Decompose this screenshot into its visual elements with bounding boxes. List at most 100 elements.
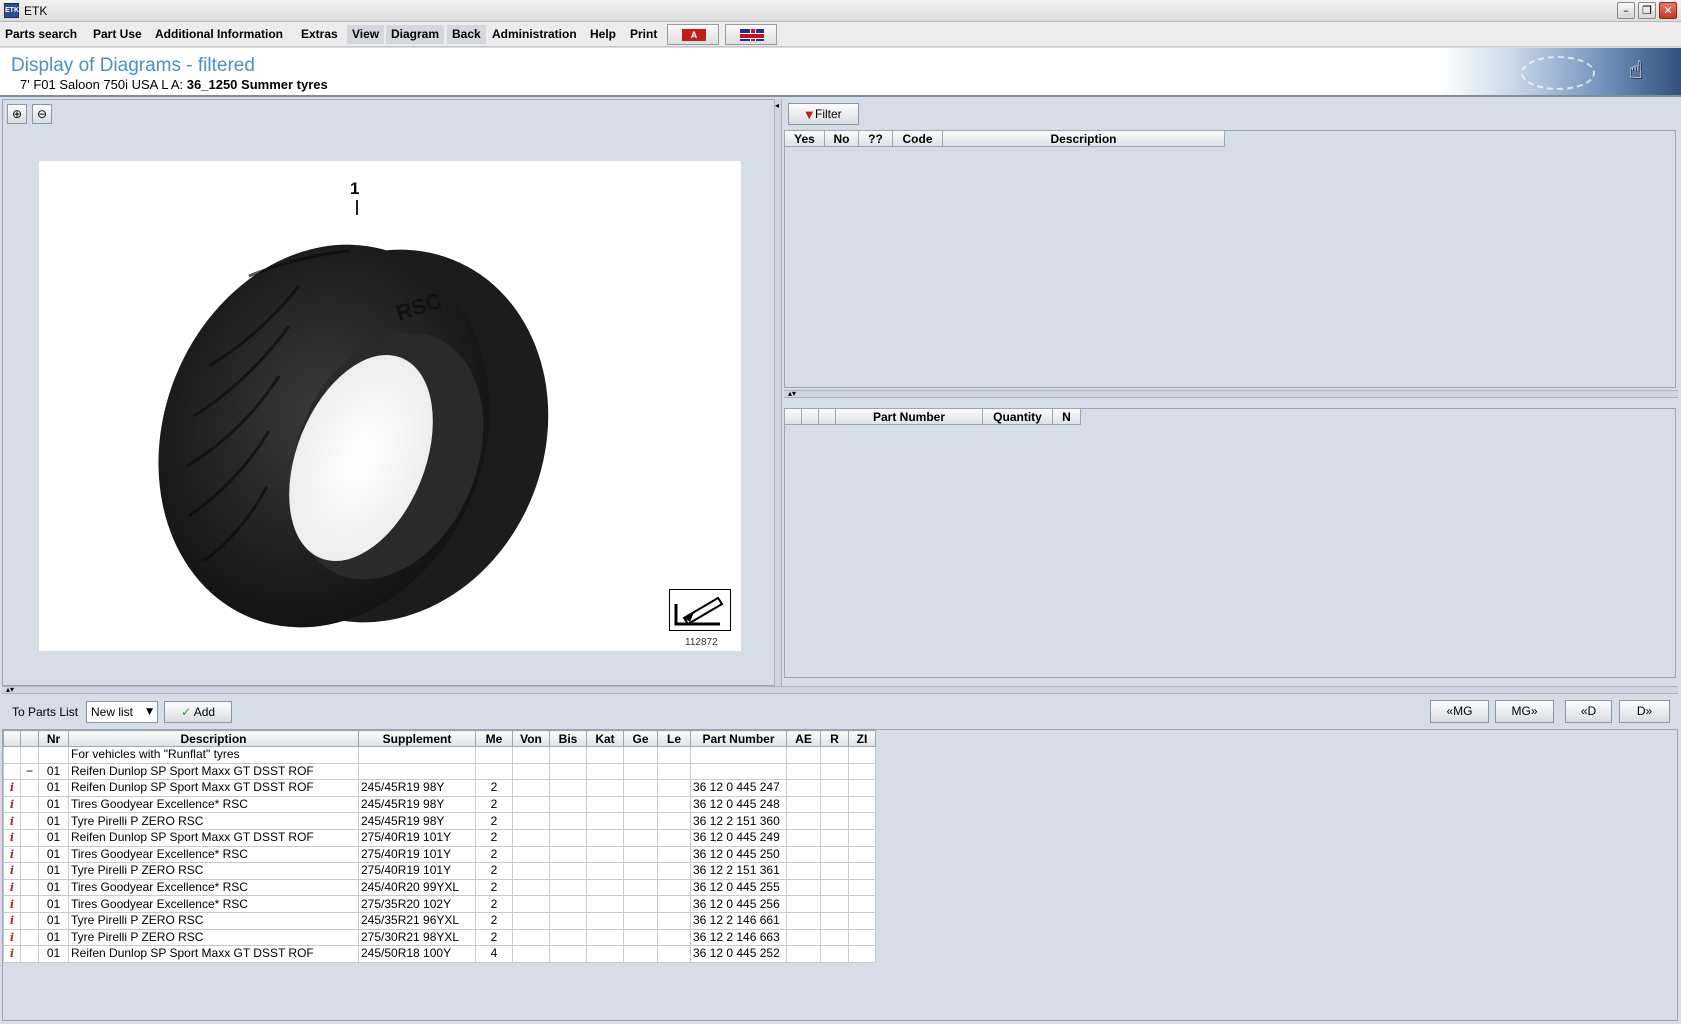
row-part-number: 36 12 2 146 663 [690, 928, 787, 947]
tree-toggle[interactable] [20, 828, 39, 847]
col-yes[interactable]: Yes [785, 131, 825, 147]
main-horizontal-splitter[interactable]: ▴▾ [2, 685, 1678, 694]
restore-icon[interactable]: ❐ [1638, 2, 1656, 19]
filter-table[interactable]: Yes No ?? Code Description [784, 130, 1676, 388]
col-me[interactable]: Me [475, 730, 513, 747]
parts-list-select[interactable]: New list ▼ [86, 701, 158, 723]
minimize-icon[interactable]: – [1617, 2, 1635, 19]
info-icon[interactable]: i [3, 795, 21, 814]
col-n[interactable]: N [1053, 409, 1081, 425]
info-icon[interactable]: i [3, 928, 21, 947]
col-no[interactable]: No [825, 131, 859, 147]
menu-diagram[interactable]: Diagram [386, 25, 445, 44]
col-description[interactable]: Description [68, 730, 359, 747]
col-nr[interactable]: Nr [38, 730, 69, 747]
table-row[interactable]: i 01 Reifen Dunlop SP Sport Maxx GT DSST R… [3, 945, 876, 963]
table-row[interactable]: i 01 Tires Goodyear Excellence* RSC 245/45R… [3, 795, 876, 814]
col-bis[interactable]: Bis [549, 730, 587, 747]
col-quantity[interactable]: Quantity [983, 409, 1053, 425]
info-icon[interactable]: i [3, 945, 21, 963]
tree-toggle[interactable] [20, 895, 39, 913]
callout-label[interactable]: 1 [350, 179, 359, 199]
tree-toggle[interactable] [20, 928, 39, 947]
col-code[interactable]: Code [893, 131, 943, 147]
split-arrows-icon: ▴▾ [788, 389, 797, 398]
zoom-out-button[interactable]: ⊖ [32, 104, 52, 124]
tree-toggle[interactable]: − [20, 762, 39, 781]
menu-extras[interactable]: Extras [296, 25, 343, 44]
filter-button[interactable]: ▼ Filter [788, 103, 859, 125]
info-icon[interactable]: i [3, 845, 21, 864]
close-icon[interactable]: ✕ [1659, 2, 1677, 19]
info-icon[interactable]: i [3, 862, 21, 880]
col-part-number[interactable]: Part Number [836, 409, 983, 425]
col-tree[interactable] [20, 730, 39, 747]
col-blank-3[interactable] [819, 409, 836, 425]
table-row[interactable]: i 01 Tyre Pirelli P ZERO RSC 245/45R19 98Y 2… [3, 812, 876, 830]
menu-print[interactable]: Print [625, 25, 662, 44]
table-row[interactable]: i 01 Tyre Pirelli P ZERO RSC 275/30R21 98YX… [3, 928, 876, 947]
col-kat[interactable]: Kat [586, 730, 624, 747]
diagram-canvas[interactable]: 1 RSC 112872 [39, 161, 741, 651]
info-icon[interactable] [3, 746, 21, 764]
split-arrows-icon: ▴▾ [6, 685, 15, 694]
tree-toggle[interactable] [20, 795, 39, 814]
info-icon[interactable] [3, 762, 21, 781]
next-main-group-button[interactable]: MG» [1495, 700, 1554, 723]
tree-toggle[interactable] [20, 812, 39, 830]
menu-view[interactable]: View [347, 25, 385, 44]
col-von[interactable]: Von [512, 730, 550, 747]
menu-administration[interactable]: Administration [487, 25, 582, 44]
menu-help[interactable]: Help [585, 25, 621, 44]
info-icon[interactable]: i [3, 828, 21, 847]
tree-toggle[interactable] [20, 779, 39, 797]
menu-additional-information[interactable]: Additional Information [150, 25, 288, 44]
next-diagram-button[interactable]: D» [1619, 700, 1670, 723]
country-flag-a-button[interactable]: A [667, 24, 719, 45]
col-r[interactable]: R [820, 730, 849, 747]
language-uk-button[interactable] [725, 24, 777, 45]
table-row[interactable]: i 01 Tires Goodyear Excellence* RSC 245/40R… [3, 878, 876, 897]
info-icon[interactable]: i [3, 812, 21, 830]
horizontal-splitter[interactable]: ▴▾ [784, 389, 1678, 398]
col-blank-2[interactable] [802, 409, 819, 425]
table-row[interactable]: i 01 Reifen Dunlop SP Sport Maxx GT DSST R… [3, 779, 876, 797]
table-row[interactable]: i 01 Tyre Pirelli P ZERO RSC 245/35R21 96YX… [3, 911, 876, 930]
col-supplement[interactable]: Supplement [358, 730, 476, 747]
col-unknown[interactable]: ?? [859, 131, 893, 147]
col-ge[interactable]: Ge [623, 730, 658, 747]
col-info[interactable] [3, 730, 21, 747]
info-icon[interactable]: i [3, 779, 21, 797]
tree-toggle[interactable] [20, 862, 39, 880]
zoom-in-button[interactable]: ⊕ [7, 104, 27, 124]
tree-toggle[interactable] [20, 945, 39, 963]
part-number-table[interactable]: Part Number Quantity N [784, 408, 1676, 678]
col-zi[interactable]: ZI [848, 730, 876, 747]
tree-toggle[interactable] [20, 878, 39, 897]
prev-diagram-button[interactable]: «D [1565, 700, 1612, 723]
info-icon[interactable]: i [3, 878, 21, 897]
col-blank-1[interactable] [785, 409, 802, 425]
table-row[interactable]: −01 Reifen Dunlop SP Sport Maxx GT DSST R… [3, 762, 876, 781]
tree-toggle[interactable] [20, 911, 39, 930]
prev-main-group-button[interactable]: «MG [1430, 700, 1489, 723]
navigate-arrow-button[interactable] [669, 589, 731, 631]
table-row[interactable]: i 01 Tires Goodyear Excellence* RSC 275/35R… [3, 895, 876, 913]
tree-toggle[interactable] [20, 746, 39, 764]
table-row[interactable]: i 01 Tyre Pirelli P ZERO RSC 275/40R19 101Y… [3, 862, 876, 880]
menu-back[interactable]: Back [447, 25, 486, 44]
vertical-splitter[interactable]: ◂ [774, 99, 782, 686]
table-row[interactable]: i 01 Reifen Dunlop SP Sport Maxx GT DSST R… [3, 828, 876, 847]
col-description[interactable]: Description [943, 131, 1225, 147]
add-button[interactable]: ✓ Add [164, 701, 232, 723]
tree-toggle[interactable] [20, 845, 39, 864]
info-icon[interactable]: i [3, 895, 21, 913]
table-row[interactable]: For vehicles with "Runflat" tyres [3, 746, 876, 764]
col-ae[interactable]: AE [786, 730, 821, 747]
col-le[interactable]: Le [657, 730, 691, 747]
menu-parts-search[interactable]: Parts search [0, 25, 82, 44]
info-icon[interactable]: i [3, 911, 21, 930]
table-row[interactable]: i 01 Tires Goodyear Excellence* RSC 275/40R… [3, 845, 876, 864]
col-part-number[interactable]: Part Number [690, 730, 787, 747]
menu-part-use[interactable]: Part Use [88, 25, 147, 44]
